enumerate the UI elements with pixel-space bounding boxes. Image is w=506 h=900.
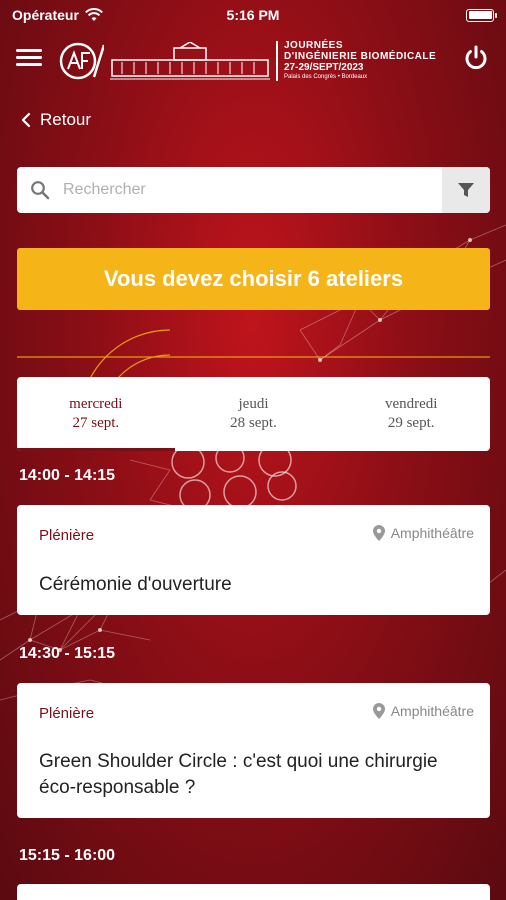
time-slot-label: 14:00 - 14:15 — [19, 467, 116, 484]
location-pin-icon — [372, 703, 385, 719]
session-title: Green Shoulder Circle : c'est quoi une c… — [39, 751, 438, 798]
building-illustration-icon — [110, 42, 270, 80]
location-label: Amphithéâtre — [390, 703, 474, 719]
aifb-logo-icon — [59, 42, 104, 80]
session-card[interactable]: Plénière Amphithéâtre Cérémonie d'ouvert… — [17, 505, 490, 615]
hamburger-icon-line — [16, 49, 42, 52]
hamburger-icon-line — [16, 63, 42, 66]
workshop-requirement-banner: Vous devez choisir 6 ateliers — [17, 248, 490, 310]
session-title: Cérémonie d'ouverture — [39, 574, 232, 595]
time-slot-label: 14:30 - 15:15 — [19, 645, 116, 662]
session-location: Amphithéâtre — [372, 703, 474, 719]
time-slot-label: 15:15 - 16:00 — [19, 847, 116, 864]
tab-day-3[interactable]: vendredi 29 sept. — [332, 377, 490, 451]
logo-line-1: JOURNÉES — [284, 40, 344, 51]
logo-line-2: D'INGÉNIERIE BIOMÉDICALE — [284, 51, 437, 62]
search-input[interactable] — [63, 181, 442, 199]
status-left: Opérateur — [12, 7, 103, 23]
wifi-icon — [85, 8, 103, 21]
location-pin-icon — [372, 525, 385, 541]
tab-day-2[interactable]: jeudi 28 sept. — [175, 377, 333, 451]
tab-weekday: jeudi — [238, 396, 269, 412]
tab-date: 29 sept. — [387, 415, 435, 431]
session-card[interactable] — [17, 884, 490, 900]
tab-date: 27 sept. — [72, 415, 120, 431]
filter-icon — [458, 183, 474, 197]
event-logo: JOURNÉES D'INGÉNIERIE BIOMÉDICALE 27-29/… — [58, 40, 450, 82]
status-bar: Opérateur 5:16 PM — [0, 0, 506, 30]
back-button[interactable]: Retour — [20, 110, 91, 130]
back-label: Retour — [40, 110, 92, 129]
battery-icon — [466, 8, 497, 22]
tab-weekday: vendredi — [384, 396, 438, 412]
tab-date: 28 sept. — [230, 415, 277, 431]
filter-button[interactable] — [442, 167, 490, 213]
logo-venue: Palais des Congrès • Bordeaux — [284, 74, 368, 80]
app-header: JOURNÉES D'INGÉNIERIE BIOMÉDICALE 27-29/… — [0, 36, 506, 86]
logo-dates: 27-29/SEPT/2023 — [284, 62, 364, 73]
location-label: Amphithéâtre — [390, 525, 474, 541]
menu-button[interactable] — [16, 46, 42, 72]
power-icon[interactable] — [462, 44, 490, 72]
tab-weekday: mercredi — [69, 396, 123, 412]
session-location: Amphithéâtre — [372, 525, 474, 541]
day-tabs: mercredi 27 sept. jeudi 28 sept. vendred… — [17, 377, 490, 451]
session-type: Plénière — [39, 527, 95, 544]
session-card[interactable]: Plénière Amphithéâtre Green Shoulder Cir… — [17, 683, 490, 818]
hamburger-icon-line — [16, 56, 42, 59]
carrier-label: Opérateur — [12, 7, 79, 23]
search-bar — [17, 167, 490, 213]
tab-day-1[interactable]: mercredi 27 sept. — [17, 377, 175, 451]
search-icon — [17, 180, 63, 200]
session-type: Plénière — [39, 705, 95, 722]
chevron-left-icon — [21, 112, 31, 128]
event-logo-text: JOURNÉES D'INGÉNIERIE BIOMÉDICALE 27-29/… — [276, 41, 436, 81]
